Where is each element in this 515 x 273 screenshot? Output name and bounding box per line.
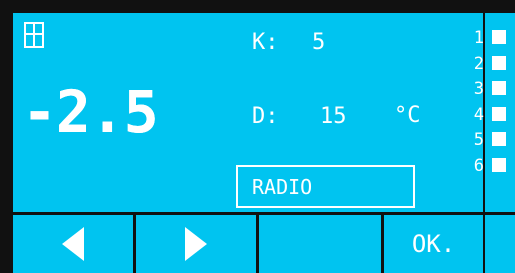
channel-indicator-3 <box>492 81 506 95</box>
k-value: 5 <box>312 30 326 55</box>
channel-number-1: 1 <box>473 28 484 48</box>
right-button[interactable] <box>136 215 256 273</box>
mode-value: RADIO <box>238 167 413 206</box>
channel-indicator-5 <box>492 132 506 146</box>
k-label: K: <box>252 30 279 55</box>
channel-indicator-6 <box>492 157 506 172</box>
device-screen: -2.5 K: 5 D: 15 °C RADIO 1 2 3 4 5 6 OK. <box>0 0 515 273</box>
left-button[interactable] <box>13 215 133 273</box>
channel-indicator-1 <box>492 30 506 44</box>
channel-indicator-2 <box>492 55 506 70</box>
ok-label: OK. <box>411 230 456 258</box>
d-label: D: <box>252 104 279 129</box>
d-value: 15 <box>320 104 347 129</box>
unit-label: °C <box>394 103 421 128</box>
empty-button[interactable] <box>259 215 381 273</box>
channel-number-3: 3 <box>473 79 484 99</box>
temperature-value: -2.5 <box>22 78 159 146</box>
channel-number-5: 5 <box>473 130 484 150</box>
channel-number-4: 4 <box>473 104 484 125</box>
side-button[interactable] <box>485 215 515 273</box>
window-icon <box>24 22 44 48</box>
channel-number-6: 6 <box>473 155 484 176</box>
mode-field[interactable]: RADIO <box>236 165 415 208</box>
arrow-right-icon <box>185 227 207 261</box>
arrow-left-icon <box>62 227 84 261</box>
channel-indicator-4 <box>492 106 506 121</box>
channel-indicators <box>492 30 506 183</box>
ok-button[interactable]: OK. <box>384 215 483 273</box>
channel-number-2: 2 <box>473 53 484 74</box>
channel-numbers: 1 2 3 4 5 6 <box>462 26 484 179</box>
